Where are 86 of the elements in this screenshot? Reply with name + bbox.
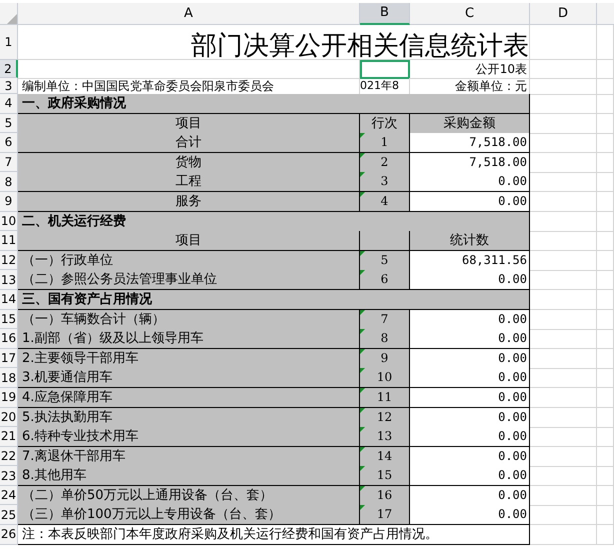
table-cell: 合计 — [18, 133, 360, 154]
row-number[interactable]: 13 — [0, 270, 18, 290]
row-number[interactable]: 24 — [0, 486, 18, 506]
line-number: 6 — [380, 271, 388, 288]
table-cell: 5.执法执勤用车 — [18, 408, 360, 428]
line-number: 9 — [380, 350, 388, 367]
line-number: 17 — [376, 506, 392, 524]
line-number: 13 — [376, 428, 392, 446]
header-cell: 采购金额 — [410, 114, 530, 134]
table-cell: 8.其他用车 — [18, 466, 360, 486]
line-number: 15 — [376, 467, 392, 484]
table-cell: （一）行政单位 — [18, 250, 360, 271]
row-number[interactable]: 9 — [0, 192, 18, 212]
line-number: 2 — [380, 154, 388, 171]
section-heading: 一、政府采购情况 — [18, 94, 530, 114]
row-number[interactable]: 3 — [0, 78, 18, 94]
row-number[interactable]: 12 — [0, 250, 18, 270]
row-number[interactable]: 25 — [0, 505, 18, 526]
row-number[interactable]: 26 — [0, 525, 18, 545]
amount-cell: 0.00 — [410, 505, 530, 526]
line-number: 5 — [380, 252, 388, 269]
table-cell: 3.机要通信用车 — [18, 368, 360, 388]
row-number[interactable]: 4 — [0, 94, 18, 114]
amount-cell: 0.00 — [410, 172, 530, 192]
amount-cell: 0.00 — [410, 368, 530, 388]
line-number: 12 — [376, 408, 392, 426]
table-cell: 工程 — [18, 172, 360, 192]
amount-cell: 0.00 — [410, 192, 530, 212]
amount-cell: 0.00 — [410, 427, 530, 448]
row-number[interactable]: 23 — [0, 466, 18, 486]
line-number: 8 — [380, 330, 388, 348]
table-cell: 1.副部（省）级及以上领导用车 — [18, 329, 360, 350]
table-cell: （三）单价100万元以上专用设备（台、套） — [18, 505, 360, 526]
header-cell: 统计数 — [410, 231, 530, 252]
note-text: 注：本表反映部门本年度政府采购及机关运行经费和国有资产占用情况。 — [18, 525, 530, 546]
row-number[interactable]: 22 — [0, 446, 18, 466]
table-cell: 7.离退休干部用车 — [18, 446, 360, 467]
line-number: 10 — [376, 369, 392, 386]
line-number: 1 — [380, 134, 388, 152]
header-cell: 行次 — [360, 114, 410, 134]
line-number: 11 — [376, 388, 392, 406]
row-number[interactable]: 10 — [0, 212, 18, 232]
row-number[interactable]: 18 — [0, 368, 18, 388]
row-number[interactable]: 14 — [0, 290, 18, 310]
amount-cell: 7,518.00 — [410, 133, 530, 154]
title-cell: 部门决算公开相关信息统计表 — [18, 25, 530, 60]
table-cell: 4.应急保障用车 — [18, 388, 360, 408]
column-header[interactable]: C — [410, 3, 530, 25]
row-number[interactable]: 19 — [0, 388, 18, 408]
table-cell: 服务 — [18, 192, 360, 212]
row-number[interactable]: 17 — [0, 348, 18, 368]
row-number[interactable]: 5 — [0, 114, 18, 134]
section-heading: 三、国有资产占用情况 — [18, 290, 530, 310]
section-heading: 二、机关运行经费 — [18, 212, 530, 232]
table-cell: （二）参照公务员法管理事业单位 — [18, 270, 360, 290]
row-number[interactable]: 8 — [0, 172, 18, 192]
table-cell: （二）单价50万元以上通用设备（台、套） — [18, 486, 360, 506]
row-number[interactable]: 20 — [0, 408, 18, 428]
line-number: 3 — [380, 173, 388, 190]
column-header[interactable]: B — [360, 3, 410, 25]
table-cell: 6.特种专业技术用车 — [18, 427, 360, 448]
line-number: 4 — [380, 192, 388, 210]
row-number[interactable]: 7 — [0, 152, 18, 172]
header-cell: 项目 — [18, 114, 360, 134]
line-number: 16 — [376, 486, 392, 504]
header-cell: 项目 — [18, 231, 360, 252]
amount-cell: 0.00 — [410, 388, 530, 408]
line-number: 7 — [380, 310, 388, 328]
line-number: 14 — [376, 448, 392, 465]
selected-cell[interactable] — [360, 60, 410, 79]
row-number[interactable]: 11 — [0, 231, 18, 251]
table-cell: （一）车辆数合计（辆） — [18, 310, 360, 330]
table-cell: 2.主要领导干部用车 — [18, 348, 360, 369]
column-header[interactable]: A — [18, 3, 360, 25]
row-number[interactable]: 2 — [0, 60, 18, 78]
column-header[interactable]: D — [530, 3, 597, 25]
row-number[interactable]: 1 — [0, 25, 18, 60]
row-number[interactable]: 21 — [0, 427, 18, 447]
row-number[interactable]: 15 — [0, 310, 18, 330]
table-cell: 货物 — [18, 152, 360, 173]
amount-cell: 0.00 — [410, 270, 530, 290]
row-number[interactable]: 16 — [0, 329, 18, 349]
amount-cell: 0.00 — [410, 329, 530, 350]
table-cell: 公开10表 — [410, 60, 530, 79]
amount-cell: 0.00 — [410, 466, 530, 486]
row-number[interactable]: 6 — [0, 133, 18, 153]
